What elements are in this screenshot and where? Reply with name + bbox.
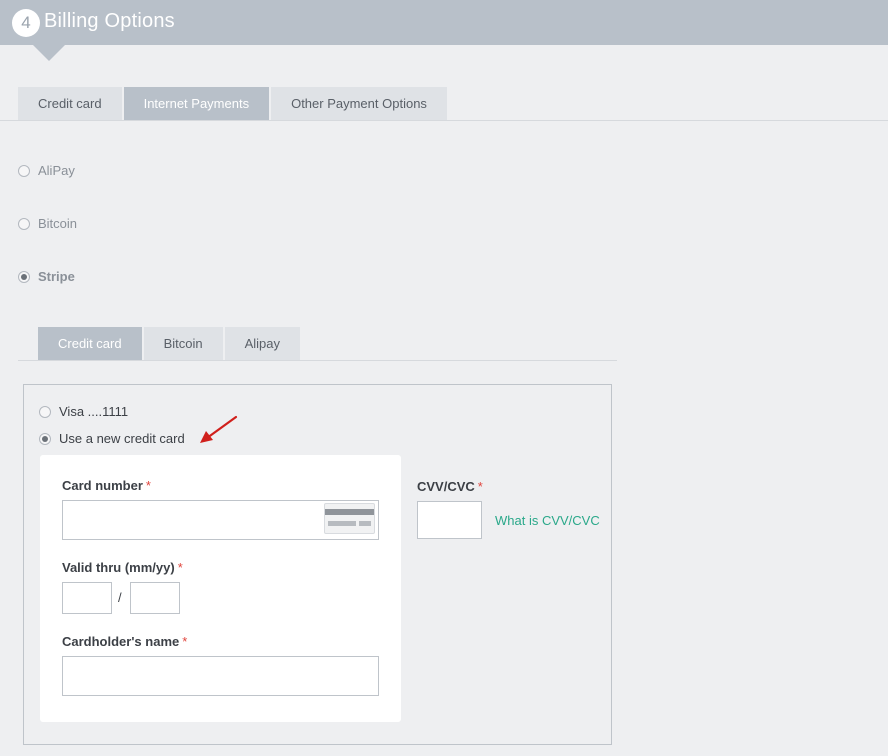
date-separator: / <box>118 590 122 605</box>
required-asterisk: * <box>182 634 188 649</box>
stripe-tab-alipay[interactable]: Alipay <box>224 327 301 360</box>
bitcoin-radio[interactable] <box>18 217 30 230</box>
alipay-radio[interactable] <box>18 164 30 177</box>
required-asterisk: * <box>177 560 183 575</box>
required-asterisk: * <box>477 479 483 494</box>
valid-thru-label: Valid thru (mm/yy) * <box>62 560 183 575</box>
section-title: Billing Options <box>44 10 175 32</box>
cvv-label: CVV/CVC * <box>417 479 483 494</box>
payment-option-stripe[interactable]: Stripe <box>18 269 75 284</box>
tab-internet-payments[interactable]: Internet Payments <box>123 87 270 120</box>
bitcoin-label: Bitcoin <box>38 216 78 231</box>
billing-header: 4 Billing Options <box>0 0 888 45</box>
new-card-option[interactable]: Use a new credit card <box>39 431 185 446</box>
stripe-tabs-divider <box>18 360 617 361</box>
new-card-radio[interactable] <box>39 432 51 445</box>
stripe-method-tabs: Credit card Bitcoin Alipay <box>38 327 302 360</box>
what-is-cvv-link[interactable]: What is CVV/CVC <box>495 513 600 528</box>
required-asterisk: * <box>145 478 151 493</box>
expiry-year-input[interactable] <box>130 582 180 614</box>
step-number-badge: 4 <box>12 9 40 37</box>
payment-category-tabs: Credit card Internet Payments Other Paym… <box>18 87 449 120</box>
tab-credit-card[interactable]: Credit card <box>18 87 122 120</box>
header-pointer-arrow <box>33 45 65 61</box>
payment-option-bitcoin[interactable]: Bitcoin <box>18 216 77 231</box>
card-number-label: Card number * <box>62 478 151 493</box>
cardholder-name-label: Cardholder's name * <box>62 634 188 649</box>
cvv-input[interactable] <box>417 501 482 539</box>
credit-card-icon <box>324 503 375 534</box>
saved-card-visa[interactable]: Visa ....1111 <box>39 404 128 419</box>
new-card-label: Use a new credit card <box>59 431 185 446</box>
tabs-divider <box>0 120 888 121</box>
cardholder-name-input[interactable] <box>62 656 379 696</box>
stripe-radio[interactable] <box>18 270 30 283</box>
visa-card-radio[interactable] <box>39 405 51 418</box>
alipay-label: AliPay <box>38 163 75 178</box>
stripe-tab-credit-card[interactable]: Credit card <box>38 327 142 360</box>
payment-option-alipay[interactable]: AliPay <box>18 163 75 178</box>
stripe-tab-bitcoin[interactable]: Bitcoin <box>143 327 223 360</box>
visa-card-label: Visa ....1111 <box>59 404 129 419</box>
expiry-month-input[interactable] <box>62 582 112 614</box>
tab-other-payment-options[interactable]: Other Payment Options <box>271 87 447 120</box>
stripe-label: Stripe <box>38 269 75 284</box>
annotation-arrow-icon <box>200 415 238 443</box>
